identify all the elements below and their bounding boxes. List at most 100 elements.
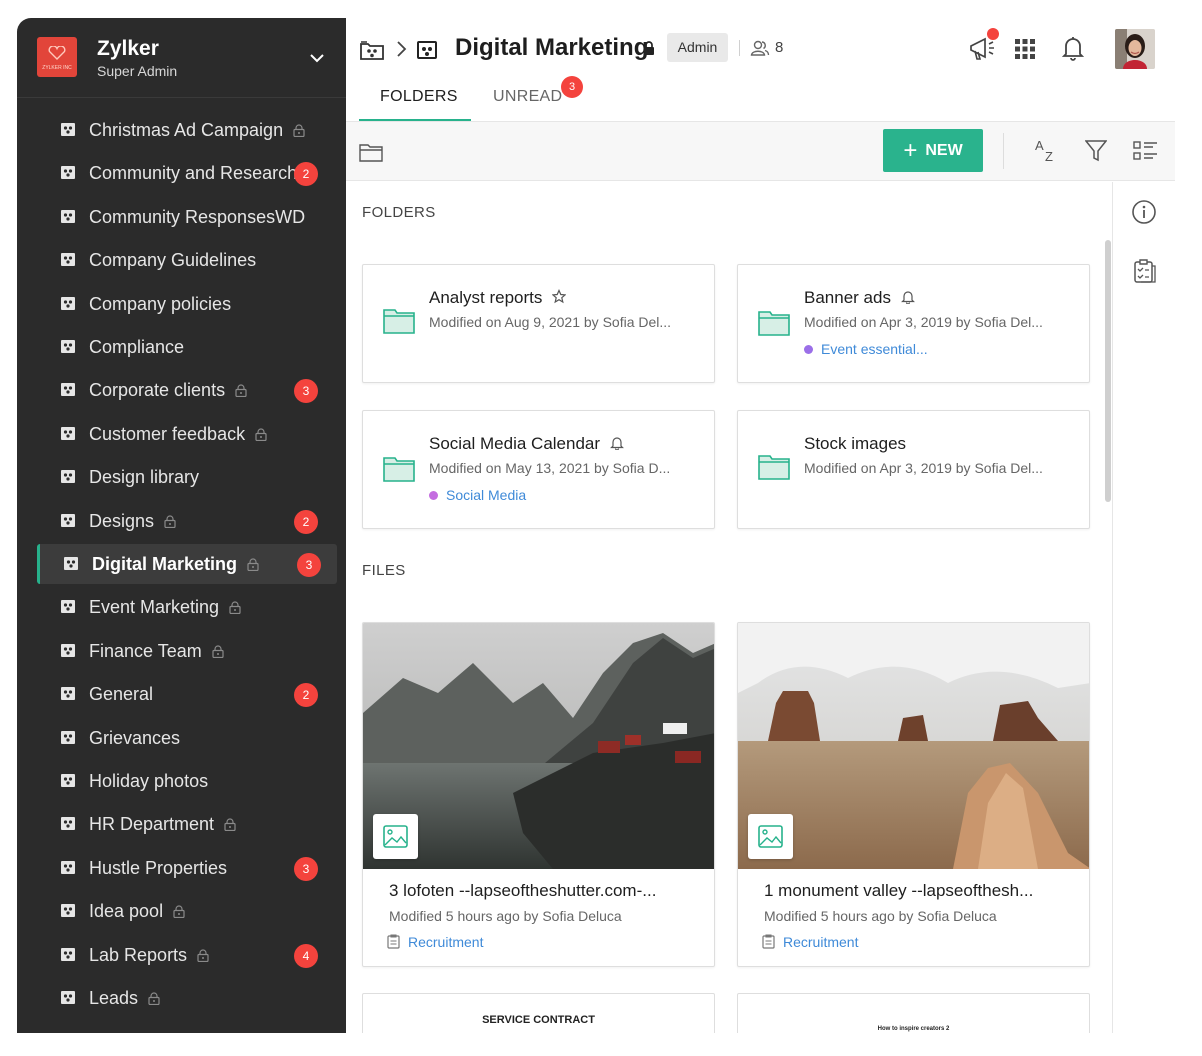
sidebar-item[interactable]: Company Guidelines <box>37 240 337 280</box>
workspace-icon <box>61 904 75 918</box>
org-name: Zylker <box>97 37 159 60</box>
file-name[interactable]: 3 lofoten --lapseoftheshutter.com-... <box>389 881 656 901</box>
workspace-icon <box>61 340 75 353</box>
tab-unread[interactable]: UNREAD <box>493 88 562 106</box>
sidebar-item[interactable]: Compliance <box>37 327 337 367</box>
folder-name[interactable]: Social Media Calendar <box>429 434 624 454</box>
image-icon <box>758 825 783 848</box>
sidebar-item[interactable]: Holiday photos <box>37 761 337 801</box>
sidebar-item-text: Event Marketing <box>89 597 220 618</box>
folder-card[interactable]: Stock images Modified on Apr 3, 2019 by S… <box>737 410 1090 529</box>
sidebar-item-text: Compliance <box>89 337 185 357</box>
sidebar-item-label: Community ResponsesWD <box>89 207 305 228</box>
checklist-icon[interactable] <box>1133 258 1157 284</box>
task-list-icon <box>762 934 775 949</box>
sidebar-item[interactable]: Company policies <box>37 284 337 324</box>
file-card[interactable]: 3 lofoten --lapseoftheshutter.com-... Mo… <box>362 622 715 967</box>
chevron-down-icon[interactable] <box>309 50 325 66</box>
sidebar-item-text: Digital Marketing <box>92 554 238 574</box>
members-icon[interactable] <box>750 39 770 57</box>
folder-tag-label: Social Media <box>446 487 527 503</box>
folder-name[interactable]: Banner ads <box>804 288 915 308</box>
sidebar-item[interactable]: Hustle Properties 3 <box>37 848 337 888</box>
sidebar-item-label: Company policies <box>89 294 231 315</box>
file-card[interactable]: How to inspire creators 2 <box>737 993 1090 1033</box>
sidebar-item-label: Christmas Ad Campaign <box>89 120 305 141</box>
file-card[interactable]: 1 monument valley --lapseofthesh... Modi… <box>737 622 1090 967</box>
sidebar-item[interactable]: Christmas Ad Campaign <box>37 110 337 150</box>
sidebar-item[interactable]: Community and Research 2 <box>37 153 337 193</box>
chevron-right-icon <box>397 41 407 57</box>
folder-name-text: Social Media Calendar <box>429 434 601 453</box>
folder-name[interactable]: Analyst reports <box>429 288 567 308</box>
page-title: Digital Marketing <box>455 34 649 61</box>
content-area: FOLDERS Analyst reports Modified on Aug 9… <box>346 182 1112 1033</box>
sidebar-item[interactable]: Lab Reports 4 <box>37 935 337 975</box>
filter-icon[interactable] <box>1085 139 1107 163</box>
new-button[interactable]: + NEW <box>883 129 983 172</box>
folder-tag[interactable]: Social Media <box>429 487 526 503</box>
sidebar-item[interactable]: Digital Marketing 3 <box>37 544 337 584</box>
file-tag[interactable]: Recruitment <box>762 934 858 950</box>
sidebar-item[interactable]: Customer feedback <box>37 414 337 454</box>
folder-card[interactable]: Social Media Calendar Modified on May 13,… <box>362 410 715 529</box>
file-tag[interactable]: Recruitment <box>387 934 483 950</box>
lock-icon <box>197 949 209 962</box>
workspace-icon <box>61 383 75 397</box>
folder-name[interactable]: Stock images <box>804 434 906 454</box>
file-card[interactable]: SERVICE CONTRACT <box>362 993 715 1033</box>
sidebar-item-label: Design library <box>89 467 199 488</box>
org-logo-text: ZYLKER INC <box>42 65 72 71</box>
sidebar-item[interactable]: Event Marketing <box>37 587 337 627</box>
unread-badge: 3 <box>294 379 318 404</box>
unread-badge: 3 <box>561 76 583 98</box>
tag-color-dot <box>429 491 438 500</box>
sidebar-item-text: Community ResponsesWD <box>89 206 306 227</box>
folder-outline-icon[interactable] <box>359 142 383 162</box>
bell-icon[interactable] <box>901 289 915 304</box>
main-panel: Digital Marketing Admin 8 FOLDERS UNREAD… <box>346 18 1175 1033</box>
sidebar-item[interactable]: Corporate clients 3 <box>37 370 337 410</box>
scrollbar[interactable] <box>1105 240 1111 502</box>
list-view-icon[interactable] <box>1133 140 1159 162</box>
folder-tag[interactable]: Event essential... <box>804 341 928 357</box>
sidebar-item[interactable]: Finance Team <box>37 631 337 671</box>
workspace-icon <box>61 730 75 744</box>
org-switcher[interactable]: ZYLKER INC Zylker Super Admin <box>17 18 346 98</box>
workspace-icon <box>61 817 75 831</box>
workspaces-icon[interactable] <box>359 39 385 61</box>
info-icon[interactable] <box>1131 199 1157 225</box>
org-role: Super Admin <box>97 63 178 79</box>
folder-card[interactable]: Banner ads Modified on Apr 3, 2019 by Sof… <box>737 264 1090 383</box>
sidebar-item[interactable]: Grievances <box>37 718 337 758</box>
file-thumbnail <box>363 623 714 869</box>
sidebar-item[interactable]: Community ResponsesWD <box>37 197 337 237</box>
folder-card[interactable]: Analyst reports Modified on Aug 9, 2021 b… <box>362 264 715 383</box>
sidebar-item[interactable]: HR Department <box>37 804 337 844</box>
sidebar-item[interactable]: Leads <box>37 978 337 1018</box>
members-count[interactable]: 8 <box>775 39 783 56</box>
sort-az-icon[interactable]: A Z <box>1034 138 1058 164</box>
workspace-icon <box>61 296 75 310</box>
workspace-icon <box>61 426 75 440</box>
sidebar-item-label: Designs <box>89 511 176 532</box>
sidebar-item[interactable]: Idea pool <box>37 891 337 931</box>
sidebar-item-label: Idea pool <box>89 901 185 922</box>
workspace-icon <box>61 470 75 484</box>
plus-icon: + <box>903 136 918 164</box>
doc-preview-title: SERVICE CONTRACT <box>482 1014 595 1026</box>
apps-grid-icon[interactable] <box>1014 38 1036 60</box>
sidebar-item-label: Leads <box>89 988 160 1009</box>
star-icon[interactable] <box>552 289 567 304</box>
sidebar-item[interactable]: Designs 2 <box>37 501 337 541</box>
sidebar-item[interactable]: General 2 <box>37 674 337 714</box>
tab-folders[interactable]: FOLDERS <box>380 88 458 106</box>
sidebar-item-label: Company Guidelines <box>89 250 256 271</box>
bell-icon[interactable] <box>610 435 624 450</box>
workspace-icon <box>61 947 75 961</box>
sidebar-item[interactable]: Design library <box>37 457 337 497</box>
user-avatar[interactable] <box>1115 29 1155 69</box>
sidebar: ZYLKER INC Zylker Super Admin Christmas … <box>17 18 346 1033</box>
file-name[interactable]: 1 monument valley --lapseofthesh... <box>764 881 1033 901</box>
bell-icon[interactable] <box>1062 35 1084 61</box>
